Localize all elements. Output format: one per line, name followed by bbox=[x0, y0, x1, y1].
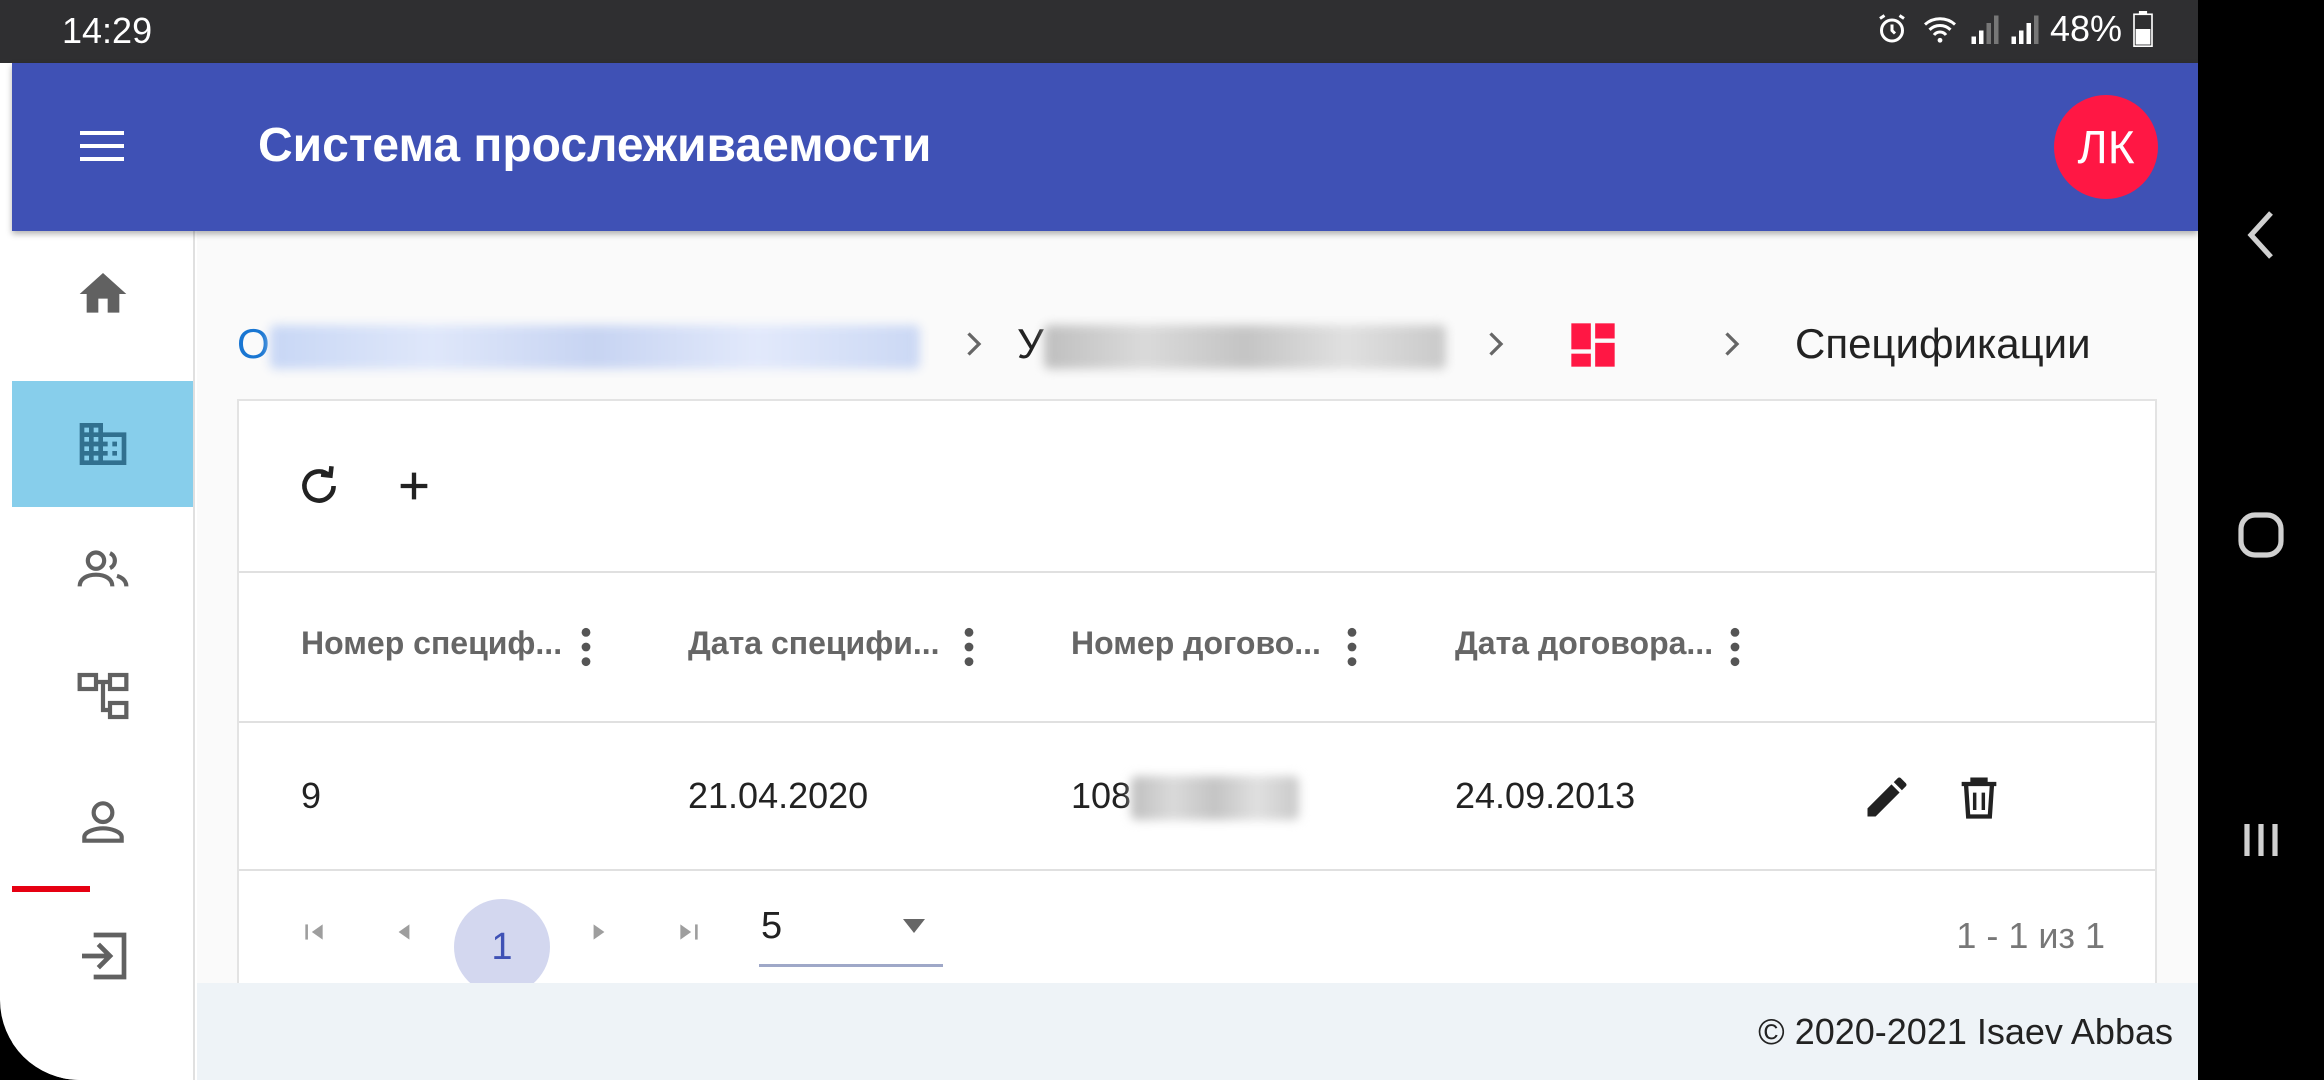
pager-info: 1 - 1 из 1 bbox=[1956, 915, 2105, 956]
wifi-icon bbox=[1923, 17, 1956, 43]
home-nav-icon bbox=[2238, 512, 2284, 558]
sidebar-item-logout[interactable] bbox=[12, 893, 193, 1019]
cell-contract-number-prefix: 108 bbox=[1071, 775, 1132, 816]
breadcrumb-item-dashboard[interactable] bbox=[1567, 319, 1619, 390]
main-content: О У Спецификации Номер специф... Дата сп… bbox=[197, 231, 2198, 1080]
sidebar-item-users[interactable] bbox=[12, 507, 193, 633]
people-icon bbox=[77, 550, 128, 587]
previous-page-button[interactable] bbox=[379, 907, 429, 957]
last-page-icon bbox=[680, 924, 698, 940]
active-indicator-line bbox=[12, 886, 90, 892]
battery-icon bbox=[2133, 11, 2153, 47]
home-button[interactable] bbox=[2198, 490, 2324, 580]
sidebar-item-structure[interactable] bbox=[12, 633, 193, 759]
cell-contract-number: 108 bbox=[1071, 775, 1300, 821]
table-row[interactable]: 9 21.04.2020 108 24.09.2013 bbox=[239, 723, 2155, 871]
recents-icon bbox=[2244, 824, 2278, 856]
building-icon bbox=[79, 423, 126, 465]
grid-toolbar bbox=[239, 401, 2155, 571]
first-page-icon bbox=[305, 924, 323, 940]
column-menu-icon[interactable] bbox=[959, 625, 979, 669]
chevron-right-icon bbox=[967, 332, 982, 356]
app-screen: 14:29 48% Система прослеживаемости ЛК О … bbox=[0, 0, 2198, 1080]
breadcrumb: О У Спецификации bbox=[237, 311, 2137, 377]
status-time: 14:29 bbox=[62, 10, 153, 51]
sidebar-item-home[interactable] bbox=[12, 231, 193, 357]
column-header-spec-number[interactable]: Номер специф... bbox=[301, 625, 562, 662]
column-menu-icon[interactable] bbox=[576, 625, 596, 669]
column-menu-icon[interactable] bbox=[1725, 625, 1745, 669]
system-navigation-bar bbox=[2198, 0, 2324, 1080]
add-icon bbox=[400, 472, 428, 500]
edit-icon[interactable] bbox=[1861, 771, 1913, 823]
hierarchy-icon bbox=[77, 672, 128, 720]
refresh-icon bbox=[302, 465, 336, 503]
previous-page-icon bbox=[398, 924, 410, 940]
dashboard-icon bbox=[1571, 323, 1615, 367]
cell-spec-date: 21.04.2020 bbox=[688, 775, 869, 816]
signal-icon bbox=[2011, 15, 2039, 44]
sidebar bbox=[12, 231, 195, 1080]
chevron-right-icon bbox=[1725, 332, 1740, 356]
add-button[interactable] bbox=[384, 456, 444, 516]
status-bar: 14:29 48% bbox=[0, 0, 2198, 63]
last-page-button[interactable] bbox=[664, 907, 714, 957]
hamburger-menu-icon[interactable] bbox=[74, 121, 130, 171]
page-size-value: 5 bbox=[761, 905, 783, 947]
dropdown-arrow-icon bbox=[903, 919, 925, 933]
sidebar-item-organizations[interactable] bbox=[12, 381, 193, 507]
status-icons: 48% bbox=[1874, 8, 2154, 50]
app-bar: Система прослеживаемости ЛК bbox=[12, 63, 2198, 231]
logout-icon bbox=[81, 932, 126, 980]
chevron-right-icon bbox=[1489, 332, 1504, 356]
sidebar-item-profile[interactable] bbox=[12, 759, 193, 885]
column-header-spec-date[interactable]: Дата специфи... bbox=[688, 625, 940, 662]
person-icon bbox=[81, 801, 124, 843]
redacted-text bbox=[1043, 324, 1446, 369]
redacted-text bbox=[1131, 776, 1300, 821]
alarm-icon bbox=[1879, 14, 1905, 43]
breadcrumb-item-organization-initial: О bbox=[237, 320, 270, 367]
refresh-button[interactable] bbox=[289, 456, 349, 516]
page-size-select[interactable]: 5 bbox=[759, 901, 943, 967]
redacted-text bbox=[269, 324, 920, 369]
page-button-current[interactable]: 1 bbox=[454, 899, 550, 995]
signal-icon bbox=[1971, 15, 1999, 44]
breadcrumb-item-division-initial: У bbox=[1017, 320, 1044, 367]
avatar[interactable]: ЛК bbox=[2054, 95, 2158, 199]
back-icon bbox=[2247, 211, 2273, 259]
app-title: Система прослеживаемости bbox=[258, 119, 932, 172]
battery-percent: 48% bbox=[2049, 8, 2122, 49]
cell-contract-date: 24.09.2013 bbox=[1455, 775, 1636, 816]
table-header: Номер специф... Дата специфи... Номер до… bbox=[239, 571, 2155, 723]
breadcrumb-item-division[interactable]: У bbox=[1017, 311, 1446, 377]
column-header-contract-date[interactable]: Дата договора... bbox=[1455, 625, 1713, 662]
next-page-icon bbox=[593, 924, 605, 940]
column-menu-icon[interactable] bbox=[1342, 625, 1362, 669]
home-icon bbox=[79, 273, 126, 313]
specifications-grid: Номер специф... Дата специфи... Номер до… bbox=[237, 399, 2157, 1019]
first-page-button[interactable] bbox=[289, 907, 339, 957]
next-page-button[interactable] bbox=[574, 907, 624, 957]
delete-icon[interactable] bbox=[1953, 771, 2005, 823]
cell-spec-number: 9 bbox=[301, 775, 322, 816]
copyright: © 2020-2021 Isaev Abbas bbox=[1758, 1011, 2173, 1052]
breadcrumb-item-specifications: Спецификации bbox=[1795, 320, 2091, 367]
back-button[interactable] bbox=[2198, 190, 2324, 280]
breadcrumb-item-organization[interactable]: О bbox=[237, 311, 920, 377]
column-header-contract-number[interactable]: Номер догово... bbox=[1071, 625, 1321, 662]
recents-button[interactable] bbox=[2198, 795, 2324, 885]
